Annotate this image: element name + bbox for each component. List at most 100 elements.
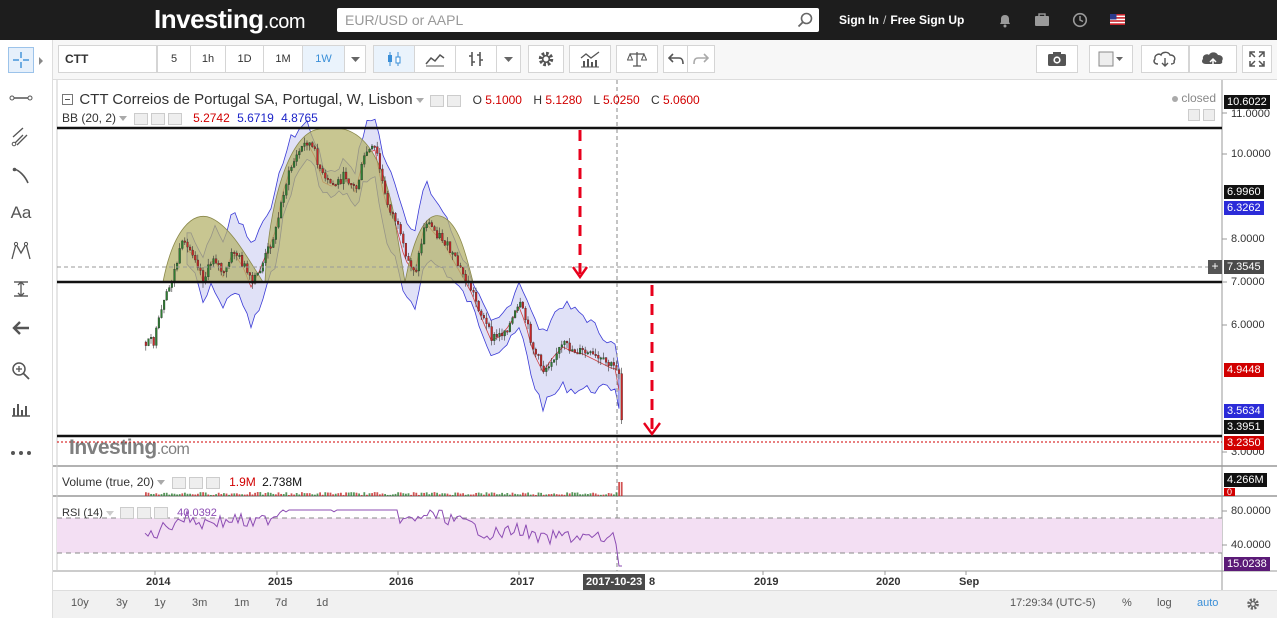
candle <box>594 354 597 356</box>
volume-bar <box>212 494 215 496</box>
collapse-toggle-icon[interactable] <box>62 94 73 106</box>
chevron-down-icon[interactable] <box>157 480 166 486</box>
candle <box>329 179 332 184</box>
area-button[interactable] <box>414 45 456 73</box>
sign-in-link[interactable]: Sign In <box>839 13 879 27</box>
candle <box>300 146 303 152</box>
candle <box>308 142 311 146</box>
volume-bar <box>293 494 295 496</box>
symbol-input[interactable]: CTT <box>58 45 157 73</box>
close-icon[interactable] <box>167 112 182 125</box>
range-3m[interactable]: 3m <box>192 597 207 609</box>
add-alert-plus-icon[interactable]: + <box>1208 260 1222 274</box>
interval-1w[interactable]: 1W <box>302 45 345 73</box>
volume-bar <box>256 492 259 496</box>
pattern-tool[interactable] <box>8 238 34 264</box>
percent-toggle[interactable]: % <box>1122 597 1132 609</box>
volume-bar <box>480 493 483 496</box>
volume-bar <box>308 493 311 496</box>
fullscreen-button[interactable] <box>1242 45 1272 73</box>
price-chart[interactable] <box>53 80 1277 590</box>
interval-1h[interactable]: 1h <box>190 45 226 73</box>
volume-bar <box>542 494 545 496</box>
search-icon[interactable] <box>797 12 813 28</box>
volume-bar <box>537 492 540 496</box>
save-chart-button[interactable] <box>1189 45 1237 73</box>
search-box[interactable] <box>337 8 819 32</box>
volume-bar <box>597 494 600 496</box>
fib-tool[interactable] <box>8 124 34 150</box>
eye-icon[interactable] <box>133 112 148 125</box>
high-value: 5.1280 <box>545 93 583 107</box>
us-flag-icon[interactable] <box>1110 14 1125 25</box>
candle <box>243 263 246 267</box>
volume-bar <box>194 494 197 496</box>
target-arrow-1[interactable] <box>572 130 588 280</box>
eye-icon[interactable] <box>171 476 186 489</box>
time-label-2019: 2019 <box>754 576 779 588</box>
site-logo[interactable]: Investing.com <box>154 4 305 35</box>
candle <box>230 252 233 263</box>
gear-icon <box>538 51 554 67</box>
trend-line-tool[interactable] <box>8 85 34 111</box>
auto-toggle[interactable]: auto <box>1197 597 1218 609</box>
volume-value: 1.9M <box>229 475 256 489</box>
compare-button[interactable] <box>616 45 658 73</box>
clock-icon[interactable] <box>1072 12 1088 28</box>
eye-icon[interactable] <box>430 94 445 107</box>
arrow-up-icon[interactable] <box>1203 108 1215 121</box>
more-tools[interactable] <box>8 440 34 466</box>
undo-button[interactable] <box>663 45 688 73</box>
legend-scroll-arrows[interactable] <box>1185 107 1215 121</box>
close-icon[interactable] <box>154 507 169 520</box>
chart-area[interactable]: Investing.com CTT Correios de Portugal S… <box>53 80 1277 590</box>
chevron-down-icon[interactable] <box>415 98 424 104</box>
indicators-tool[interactable] <box>8 396 34 422</box>
range-10y[interactable]: 10y <box>71 597 89 609</box>
crosshair-tool[interactable] <box>8 47 34 73</box>
close-icon[interactable] <box>205 476 220 489</box>
candle <box>147 338 150 346</box>
gear-icon[interactable] <box>1246 597 1260 611</box>
candles-button[interactable] <box>373 45 415 73</box>
back-tool[interactable] <box>8 315 34 341</box>
range-3y[interactable]: 3y <box>116 597 128 609</box>
gear-icon[interactable] <box>137 507 152 520</box>
bell-icon[interactable] <box>997 12 1013 28</box>
brush-tool[interactable] <box>8 163 34 189</box>
gear-icon[interactable] <box>150 112 165 125</box>
range-7d[interactable]: 7d <box>275 597 287 609</box>
settings-button[interactable] <box>528 45 564 73</box>
gear-icon[interactable] <box>188 476 203 489</box>
gear-icon[interactable] <box>447 94 462 107</box>
search-input[interactable] <box>337 8 777 32</box>
camera-icon <box>1048 52 1066 66</box>
eye-icon[interactable] <box>120 507 135 520</box>
bars-button[interactable] <box>455 45 497 73</box>
snapshot-button[interactable] <box>1036 45 1078 73</box>
text-tool[interactable]: Aa <box>8 200 34 226</box>
interval-1d[interactable]: 1D <box>225 45 264 73</box>
sign-up-link[interactable]: Free Sign Up <box>890 13 964 27</box>
load-chart-button[interactable] <box>1141 45 1189 73</box>
expand-arrow-icon[interactable] <box>38 57 44 65</box>
interval-dropdown[interactable] <box>344 45 366 73</box>
redo-button[interactable] <box>687 45 715 73</box>
portfolio-icon[interactable] <box>1034 12 1050 28</box>
indicators-button[interactable] <box>569 45 611 73</box>
range-1y[interactable]: 1y <box>154 597 166 609</box>
range-1d[interactable]: 1d <box>316 597 328 609</box>
layout-button[interactable] <box>1089 45 1133 73</box>
target-arrow-2[interactable] <box>643 285 661 437</box>
measure-tool[interactable] <box>8 276 34 302</box>
log-toggle[interactable]: log <box>1157 597 1172 609</box>
arrow-down-icon[interactable] <box>1188 108 1200 121</box>
chart-type-dropdown[interactable] <box>496 45 521 73</box>
interval-1m[interactable]: 1M <box>263 45 303 73</box>
range-1m[interactable]: 1m <box>234 597 249 609</box>
chevron-down-icon[interactable] <box>119 116 128 122</box>
interval-5[interactable]: 5 <box>157 45 191 73</box>
chevron-down-icon[interactable] <box>106 510 115 516</box>
candle <box>446 241 449 246</box>
zoom-tool[interactable] <box>8 358 34 384</box>
